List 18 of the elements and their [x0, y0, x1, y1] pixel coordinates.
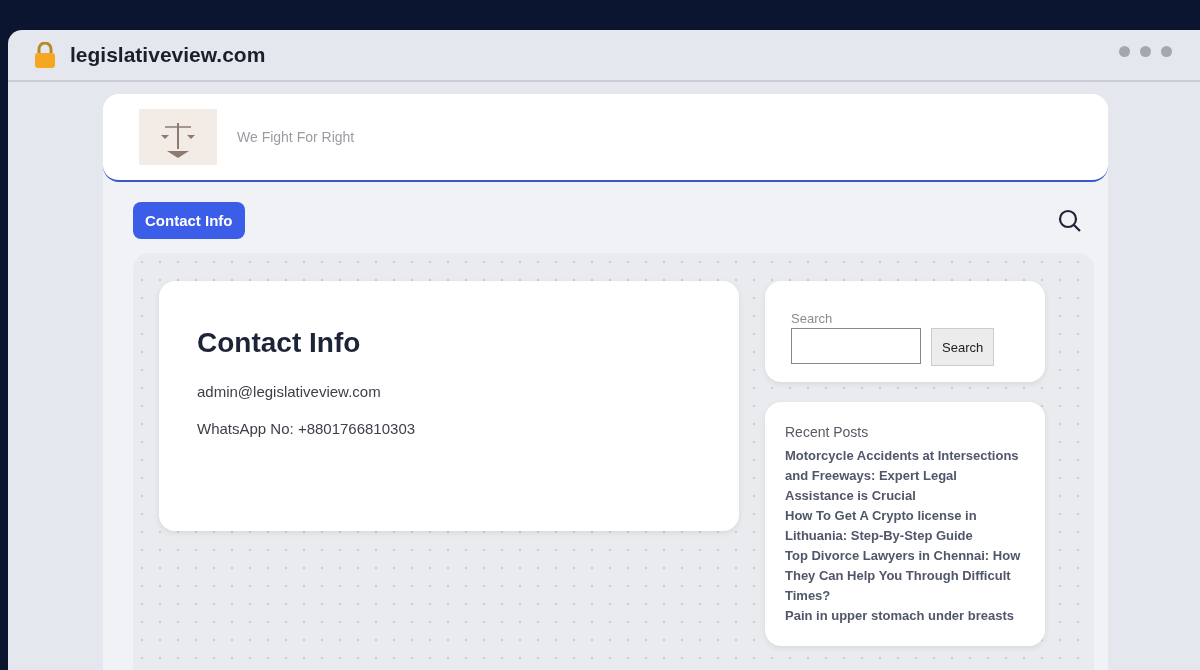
contact-line: WhatsApp No: +8801766810303 [197, 420, 417, 437]
contact-line: admin@legislativeview.com [197, 383, 382, 400]
post-link[interactable]: How To Get A Crypto license in Lithuania: Step-By-Step Guide [785, 506, 1025, 546]
page-title: Contact Info [197, 327, 362, 359]
search-label: Search [791, 311, 834, 326]
post-link[interactable]: Motorcycle Accidents at Intersections and Freeways: Expert Legal Assistance is Crucial [785, 446, 1025, 506]
post-link[interactable]: Top Divorce Lawyers in Chennai: How They Can Help You Through Difficult Times? [785, 546, 1025, 606]
search-field[interactable] [791, 328, 921, 364]
site-tagline: We Fight For Right [237, 129, 355, 145]
lock-icon [34, 42, 56, 68]
url-text[interactable]: legislativeview.com [70, 43, 266, 67]
contact-info-button[interactable]: Contact Info [133, 202, 245, 239]
post-link[interactable]: Pain in upper stomach under breasts [785, 606, 1025, 626]
search-button[interactable]: Search [931, 328, 995, 366]
scales-logo-icon[interactable] [139, 109, 217, 165]
recent-posts-title: Recent Posts [785, 424, 870, 440]
search-icon[interactable] [1058, 208, 1082, 233]
window-dots-icon [1119, 46, 1172, 57]
